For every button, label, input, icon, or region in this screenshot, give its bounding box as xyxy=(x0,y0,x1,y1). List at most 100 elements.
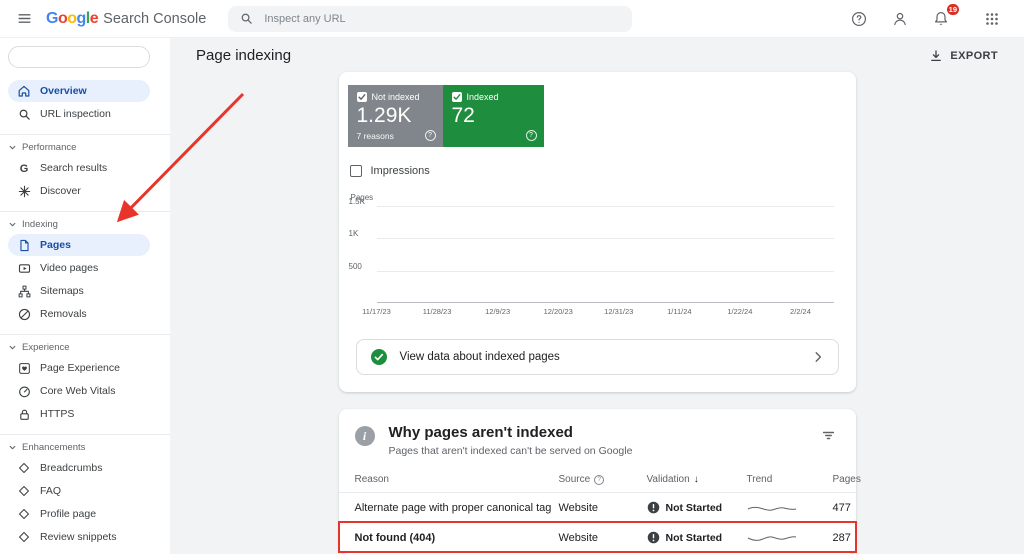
notifications-button[interactable]: 19 xyxy=(929,7,953,31)
url-inspection-searchbar[interactable] xyxy=(228,6,632,32)
why-not-indexed-card: i Why pages aren't indexed Pages that ar… xyxy=(339,409,856,554)
sidebar-item-breadcrumbs[interactable]: Breadcrumbs xyxy=(8,457,150,479)
card-header-text: Why pages aren't indexed Pages that aren… xyxy=(389,424,633,457)
sidebar-item-removals[interactable]: Removals xyxy=(8,303,150,325)
sidebar-item-label: Review snippets xyxy=(40,531,116,543)
help-icon[interactable]: ? xyxy=(526,130,537,141)
chevron-down-icon xyxy=(8,143,18,153)
g-icon: G xyxy=(17,161,31,175)
main-content: Page indexing EXPORT Not indexed 1.29K 7… xyxy=(170,38,1024,554)
table-row-highlighted[interactable]: Not found (404) Website Not Started 287 xyxy=(339,522,856,552)
enhancement-icon xyxy=(17,461,31,475)
help-icon[interactable]: ? xyxy=(594,475,604,485)
y-axis-title: Pages xyxy=(351,193,834,202)
apps-grid-icon[interactable] xyxy=(980,7,1004,31)
help-icon[interactable]: ? xyxy=(425,130,436,141)
tile-label: Not indexed xyxy=(372,92,420,102)
col-source-header[interactable]: Source ? xyxy=(559,474,647,485)
search-icon xyxy=(240,12,253,25)
impressions-checkbox[interactable] xyxy=(350,165,362,177)
col-trend-header[interactable]: Trend xyxy=(747,474,833,485)
sparkle-icon xyxy=(17,184,31,198)
x-tick: 1/11/24 xyxy=(667,307,691,316)
menu-icon[interactable] xyxy=(12,7,36,31)
sidebar-item-https[interactable]: HTTPS xyxy=(8,403,150,425)
sidebar-item-search-results[interactable]: G Search results xyxy=(8,157,150,179)
sidebar: Overview URL inspection Performance G Se… xyxy=(0,38,170,554)
checkbox-checked-icon[interactable] xyxy=(357,92,367,102)
sidebar-item-label: Search results xyxy=(40,162,107,174)
section-indexing[interactable]: Indexing xyxy=(0,211,170,233)
info-icon: i xyxy=(355,426,375,446)
sidebar-item-pages[interactable]: Pages xyxy=(8,234,150,256)
section-label: Enhancements xyxy=(22,442,85,453)
view-data-label: View data about indexed pages xyxy=(400,351,560,363)
tile-header: Indexed xyxy=(452,92,535,102)
y-tick: 1K xyxy=(349,230,359,238)
col-reason-header[interactable]: Reason xyxy=(355,474,559,485)
impressions-label: Impressions xyxy=(371,165,430,177)
sidebar-item-core-web-vitals[interactable]: Core Web Vitals xyxy=(8,380,150,402)
sidebar-item-sitemaps[interactable]: Sitemaps xyxy=(8,280,150,302)
sort-desc-icon[interactable]: ↓ xyxy=(694,474,699,485)
section-experience[interactable]: Experience xyxy=(0,334,170,356)
section-performance[interactable]: Performance xyxy=(0,134,170,156)
help-icon[interactable] xyxy=(847,7,871,31)
sidebar-item-label: Pages xyxy=(40,239,71,251)
property-selector[interactable] xyxy=(8,46,150,68)
google-logo: Google xyxy=(46,10,98,28)
status-tiles: Not indexed 1.29K 7 reasons ? Indexed 72… xyxy=(339,85,856,147)
reasons-table: Reason Source ? Validation ↓ Trend Pages… xyxy=(339,470,856,552)
view-indexed-data-link[interactable]: View data about indexed pages xyxy=(356,339,839,375)
filter-icon[interactable] xyxy=(818,424,840,446)
x-tick: 11/17/23 xyxy=(362,307,391,316)
x-axis-ticks: 11/17/2311/28/2312/9/2312/20/2312/31/231… xyxy=(377,307,834,319)
chevron-down-icon xyxy=(8,443,18,453)
sidebar-item-review-snippets[interactable]: Review snippets xyxy=(8,526,150,548)
indexing-chart: Pages 1.5K 1K 500 11/17/2311/28/2312/9/2… xyxy=(349,193,834,319)
table-row[interactable]: Alternate page with proper canonical tag… xyxy=(339,492,856,522)
sidebar-item-url-inspection[interactable]: URL inspection xyxy=(8,103,150,125)
lock-icon xyxy=(17,407,31,421)
page-title: Page indexing xyxy=(196,47,291,64)
export-button[interactable]: EXPORT xyxy=(923,48,1004,64)
sidebar-item-page-experience[interactable]: Page Experience xyxy=(8,357,150,379)
sidebar-item-label: Video pages xyxy=(40,262,98,274)
not-indexed-tile[interactable]: Not indexed 1.29K 7 reasons ? xyxy=(348,85,443,147)
y-tick: 1.5K xyxy=(349,198,365,206)
y-tick: 500 xyxy=(349,263,362,271)
card-subtitle: Pages that aren't indexed can't be serve… xyxy=(389,445,633,457)
chevron-down-icon xyxy=(8,220,18,230)
sidebar-item-profile-page[interactable]: Profile page xyxy=(8,503,150,525)
sidebar-item-label: Page Experience xyxy=(40,362,120,374)
sidebar-item-overview[interactable]: Overview xyxy=(8,80,150,102)
notification-badge: 19 xyxy=(946,3,960,16)
sidebar-item-faq[interactable]: FAQ xyxy=(8,480,150,502)
col-pages-header[interactable]: Pages xyxy=(833,474,861,485)
x-tick: 11/28/23 xyxy=(423,307,452,316)
search-input[interactable] xyxy=(262,12,620,26)
section-enhancements[interactable]: Enhancements xyxy=(0,434,170,456)
download-icon xyxy=(929,49,943,63)
app-logo[interactable]: Google Search Console xyxy=(46,10,206,28)
user-icon[interactable] xyxy=(888,7,912,31)
enhancement-icon xyxy=(17,484,31,498)
col-validation-header[interactable]: Validation ↓ xyxy=(647,474,747,485)
top-app-bar: Google Search Console 19 xyxy=(0,0,1024,38)
impressions-toggle[interactable]: Impressions xyxy=(350,165,856,177)
pages-count-cell: 287 xyxy=(833,532,851,544)
table-header-row: Reason Source ? Validation ↓ Trend Pages xyxy=(339,470,856,492)
sidebar-item-label: Sitemaps xyxy=(40,285,84,297)
source-cell: Website xyxy=(559,532,647,544)
section-label: Experience xyxy=(22,342,70,353)
section-label: Performance xyxy=(22,142,76,153)
sidebar-item-label: Profile page xyxy=(40,508,96,520)
google-search-console-app: Google Search Console 19 Overview URL in… xyxy=(0,0,1024,554)
sidebar-item-label: Core Web Vitals xyxy=(40,385,115,397)
chevron-down-icon xyxy=(8,343,18,353)
sidebar-item-discover[interactable]: Discover xyxy=(8,180,150,202)
sidebar-item-label: Breadcrumbs xyxy=(40,462,102,474)
indexed-tile[interactable]: Indexed 72 ? xyxy=(443,85,544,147)
checkbox-checked-icon[interactable] xyxy=(452,92,462,102)
sidebar-item-video-pages[interactable]: Video pages xyxy=(8,257,150,279)
